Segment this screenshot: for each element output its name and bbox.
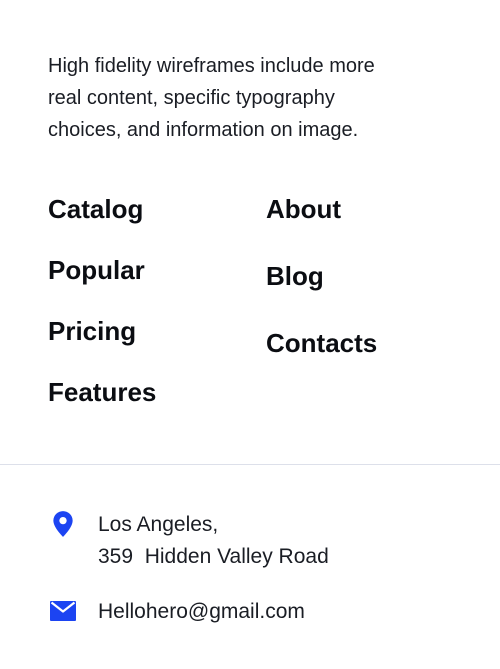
footer-nav-left: Catalog Popular Pricing Features	[48, 190, 156, 434]
contact-address: Los Angeles, 359 Hidden Valley Road	[48, 509, 329, 573]
nav-link-about[interactable]: About	[266, 190, 377, 228]
location-pin-icon	[48, 509, 78, 539]
footer-nav-right: About Blog Contacts	[266, 190, 377, 391]
footer-divider	[0, 464, 500, 465]
nav-link-catalog[interactable]: Catalog	[48, 190, 156, 228]
envelope-icon	[48, 596, 78, 626]
contact-email: Hellohero@gmail.com	[48, 596, 305, 628]
email-link[interactable]: Hellohero@gmail.com	[98, 600, 305, 623]
description-line-1: High fidelity wireframes include more	[48, 55, 375, 77]
address-line-2: 359 Hidden Valley Road	[98, 545, 329, 568]
description-line-3: choices, and information on image.	[48, 119, 359, 141]
nav-link-pricing[interactable]: Pricing	[48, 312, 156, 350]
nav-link-features[interactable]: Features	[48, 373, 156, 411]
description-line-2: real content, specific typography	[48, 87, 335, 109]
nav-link-popular[interactable]: Popular	[48, 251, 156, 289]
nav-link-contacts[interactable]: Contacts	[266, 324, 377, 362]
footer-description: High fidelity wireframes include more re…	[48, 50, 448, 146]
address-line-1: Los Angeles,	[98, 513, 219, 536]
nav-link-blog[interactable]: Blog	[266, 257, 377, 295]
